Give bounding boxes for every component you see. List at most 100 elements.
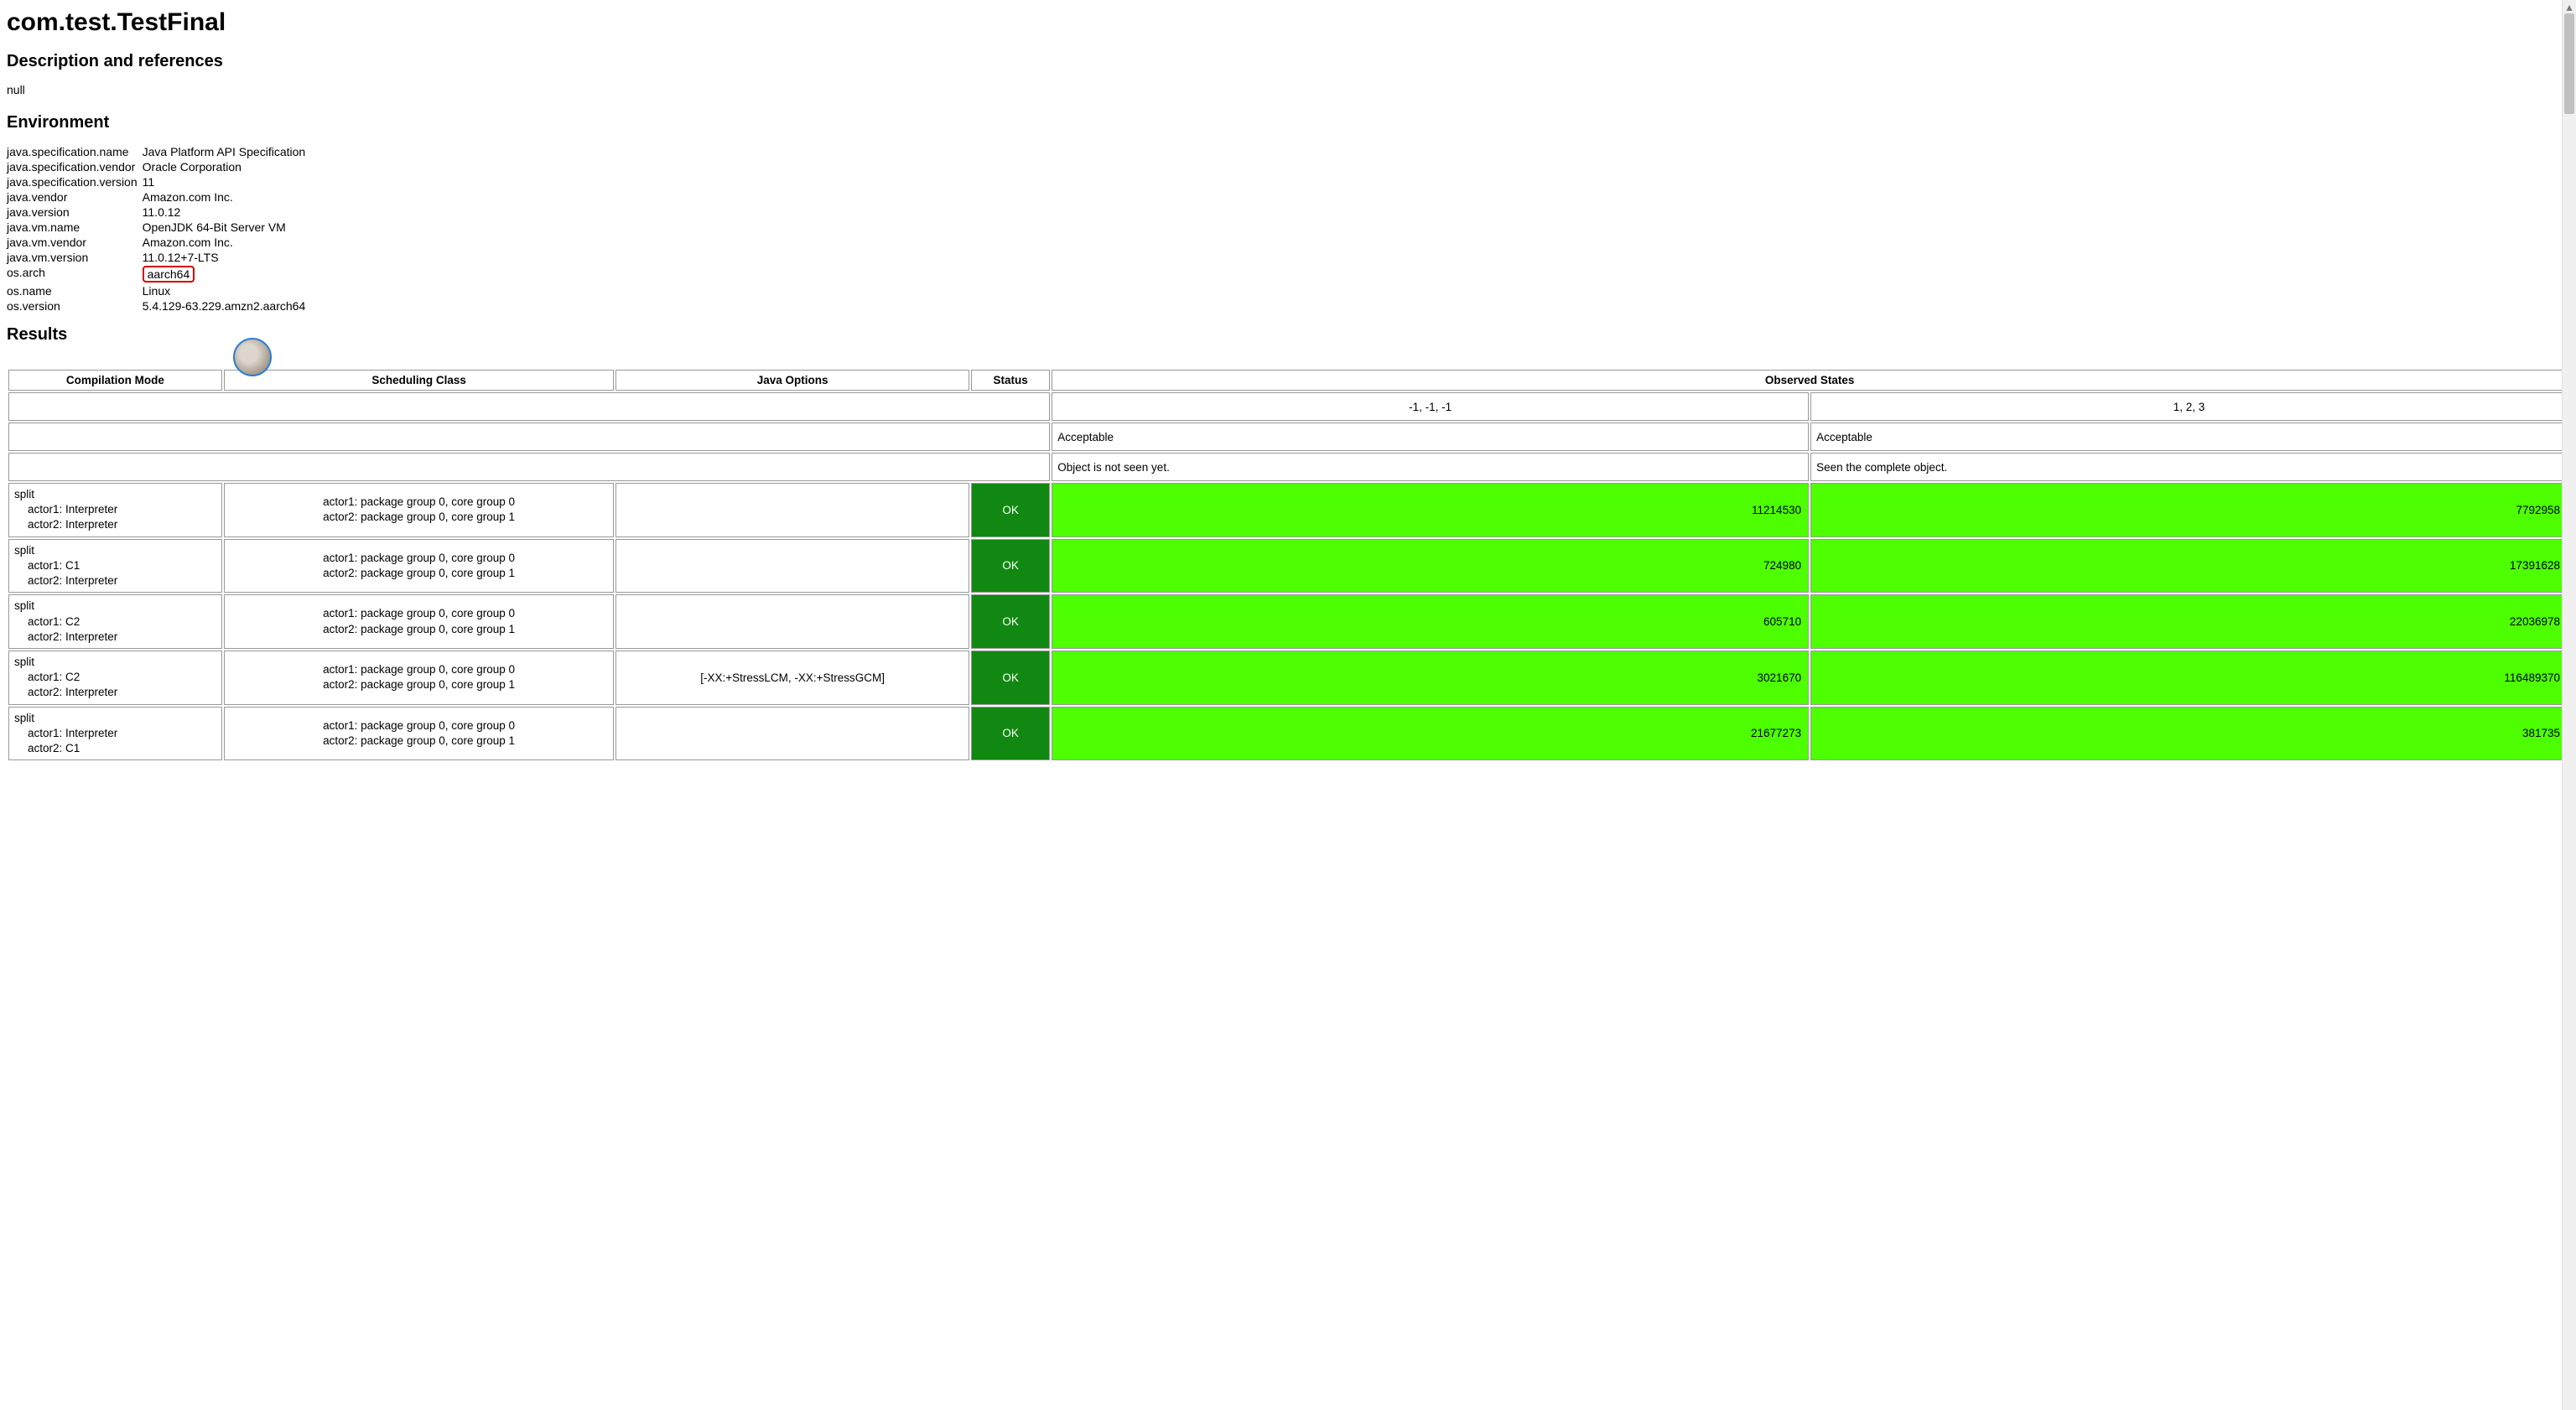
scrollbar[interactable]: ▴ <box>2562 0 2576 1410</box>
env-value: Linux <box>143 283 311 298</box>
col-status: Status <box>971 370 1050 391</box>
description-text: null <box>7 83 2569 96</box>
sched-actor2: actor2: package group 0, core group 1 <box>230 622 609 637</box>
scheduling-class-cell: actor1: package group 0, core group 0act… <box>224 707 615 761</box>
observed-desc: Seen the complete object. <box>1810 453 2568 481</box>
sched-actor1: actor1: package group 0, core group 0 <box>230 606 609 621</box>
environment-heading: Environment <box>7 113 2569 132</box>
java-options-cell <box>615 594 969 649</box>
comp-line1: split <box>14 711 216 726</box>
env-row: java.vm.nameOpenJDK 64-Bit Server VM <box>7 220 310 235</box>
scrollbar-up-icon[interactable]: ▴ <box>2563 0 2576 13</box>
results-heading: Results <box>7 325 2569 345</box>
java-options-cell <box>615 707 969 761</box>
comp-actor2: actor2: C1 <box>14 741 216 756</box>
description-heading: Description and references <box>7 52 2569 71</box>
blank-cell <box>8 422 1050 451</box>
compilation-mode-cell: splitactor1: Interpreteractor2: C1 <box>8 707 222 761</box>
comp-line1: split <box>14 487 216 502</box>
avatar <box>233 338 272 376</box>
col-java-options: Java Options <box>615 370 969 391</box>
table-row: splitactor1: C2actor2: Interpreteractor1… <box>8 651 2568 705</box>
env-key: os.version <box>7 298 143 314</box>
status-badge: OK <box>971 651 1050 705</box>
sched-actor1: actor1: package group 0, core group 0 <box>230 718 609 734</box>
env-row: os.version5.4.129-63.229.amzn2.aarch64 <box>7 298 310 314</box>
comp-actor2: actor2: Interpreter <box>14 573 216 588</box>
scrollbar-thumb[interactable] <box>2564 13 2574 114</box>
status-badge: OK <box>971 707 1050 761</box>
compilation-mode-cell: splitactor1: C2actor2: Interpreter <box>8 651 222 705</box>
observed-header: 1, 2, 3 <box>1810 392 2568 421</box>
sched-actor1: actor1: package group 0, core group 0 <box>230 495 609 510</box>
status-badge: OK <box>971 539 1050 594</box>
table-row: splitactor1: C1actor2: Interpreteractor1… <box>8 539 2568 594</box>
env-key: java.specification.name <box>7 144 143 159</box>
comp-line1: split <box>14 599 216 614</box>
col-scheduling-class: Scheduling Class <box>224 370 615 391</box>
col-compilation-mode: Compilation Mode <box>8 370 222 391</box>
compilation-mode-cell: splitactor1: C1actor2: Interpreter <box>8 539 222 594</box>
table-row: splitactor1: Interpreteractor2: Interpre… <box>8 483 2568 537</box>
page-title: com.test.TestFinal <box>7 8 2569 37</box>
observed-header: -1, -1, -1 <box>1052 392 1809 421</box>
sched-actor1: actor1: package group 0, core group 0 <box>230 662 609 677</box>
env-key: java.specification.version <box>7 174 143 189</box>
highlight-box: aarch64 <box>143 266 195 283</box>
env-key: os.name <box>7 283 143 298</box>
env-row: java.vm.vendorAmazon.com Inc. <box>7 235 310 250</box>
comp-actor1: actor1: Interpreter <box>14 502 216 517</box>
status-badge: OK <box>971 483 1050 537</box>
env-key: java.vm.name <box>7 220 143 235</box>
env-row: os.nameLinux <box>7 283 310 298</box>
environment-table: java.specification.nameJava Platform API… <box>7 144 310 314</box>
blank-cell <box>8 392 1050 421</box>
env-value: 11.0.12+7-LTS <box>143 250 311 265</box>
observed-value: 381735 <box>1810 707 2568 761</box>
table-row: splitactor1: C2actor2: Interpreteractor1… <box>8 594 2568 649</box>
comp-actor1: actor1: C2 <box>14 670 216 685</box>
table-row: splitactor1: Interpreteractor2: C1actor1… <box>8 707 2568 761</box>
java-options-cell <box>615 483 969 537</box>
observed-value: 605710 <box>1052 594 1809 649</box>
env-key: java.vendor <box>7 189 143 205</box>
col-observed-states: Observed States <box>1052 370 2568 391</box>
java-options-cell <box>615 539 969 594</box>
env-row: java.vm.version11.0.12+7-LTS <box>7 250 310 265</box>
env-value: 11 <box>143 174 311 189</box>
env-row: java.specification.vendorOracle Corporat… <box>7 159 310 174</box>
results-table: Compilation Mode Scheduling Class Java O… <box>7 368 2569 762</box>
java-options-cell: [-XX:+StressLCM, -XX:+StressGCM] <box>615 651 969 705</box>
env-value: Amazon.com Inc. <box>143 235 311 250</box>
env-key: java.vm.vendor <box>7 235 143 250</box>
observed-desc: Object is not seen yet. <box>1052 453 1809 481</box>
env-key: java.version <box>7 205 143 220</box>
scheduling-class-cell: actor1: package group 0, core group 0act… <box>224 539 615 594</box>
observed-value: 22036978 <box>1810 594 2568 649</box>
env-value: 11.0.12 <box>143 205 311 220</box>
observed-value: 7792958 <box>1810 483 2568 537</box>
env-key: os.arch <box>7 265 143 283</box>
comp-actor1: actor1: Interpreter <box>14 726 216 741</box>
sched-actor2: actor2: package group 0, core group 1 <box>230 566 609 581</box>
comp-actor2: actor2: Interpreter <box>14 630 216 645</box>
scheduling-class-cell: actor1: package group 0, core group 0act… <box>224 651 615 705</box>
sched-actor2: actor2: package group 0, core group 1 <box>230 677 609 692</box>
observed-acceptable: Acceptable <box>1810 422 2568 451</box>
compilation-mode-cell: splitactor1: Interpreteractor2: Interpre… <box>8 483 222 537</box>
observed-value: 3021670 <box>1052 651 1809 705</box>
env-row: java.vendorAmazon.com Inc. <box>7 189 310 205</box>
sched-actor1: actor1: package group 0, core group 0 <box>230 551 609 566</box>
env-value: Oracle Corporation <box>143 159 311 174</box>
env-value: Java Platform API Specification <box>143 144 311 159</box>
observed-acceptable: Acceptable <box>1052 422 1809 451</box>
env-value: OpenJDK 64-Bit Server VM <box>143 220 311 235</box>
env-value: aarch64 <box>143 265 311 283</box>
comp-actor1: actor1: C1 <box>14 558 216 573</box>
env-row: os.archaarch64 <box>7 265 310 283</box>
comp-actor1: actor1: C2 <box>14 614 216 630</box>
scheduling-class-cell: actor1: package group 0, core group 0act… <box>224 594 615 649</box>
observed-value: 21677273 <box>1052 707 1809 761</box>
comp-line1: split <box>14 543 216 558</box>
compilation-mode-cell: splitactor1: C2actor2: Interpreter <box>8 594 222 649</box>
